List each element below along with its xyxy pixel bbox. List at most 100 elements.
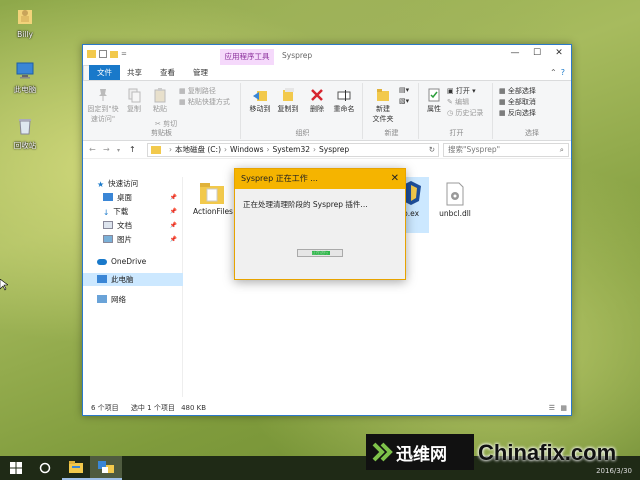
file-item[interactable]: unbcl.dll [433, 181, 477, 218]
breadcrumb-windows[interactable]: Windows [230, 145, 263, 154]
help-icon[interactable]: ? [561, 68, 565, 77]
group-organize: 移动到 复制到 删除 重命名 组织 [243, 83, 363, 139]
progress-bar: 正在进行 [297, 249, 343, 257]
properties-icon[interactable] [99, 50, 107, 58]
select-none-label: 全部取消 [507, 98, 536, 106]
properties-button[interactable]: 属性 [423, 87, 445, 114]
edit-button[interactable]: ✎ 编辑 [447, 97, 469, 107]
title-bar[interactable]: = 应用程序工具 Sysprep — ☐ ✕ [83, 45, 571, 65]
desktop-icon-billy[interactable]: Billy [6, 6, 44, 39]
navigation-pane: ★ 快速访问 桌面 📌 ↓ 下载 📌 文档 📌 图片 📌 OneDrive 此电脑 网络 [83, 177, 183, 397]
paste-shortcut-button[interactable]: ▦ 粘贴快捷方式 [179, 97, 230, 107]
tab-share[interactable]: 共享 [118, 65, 151, 80]
qat-dropdown-icon[interactable]: = [121, 50, 127, 58]
easy-access-button[interactable]: ▧▾ [399, 97, 409, 105]
pin-icon [99, 89, 107, 101]
properties-icon [428, 88, 440, 102]
nav-item-quick-access[interactable]: ★ 快速访问 [83, 177, 183, 190]
select-none-button[interactable]: ▦ 全部取消 [499, 97, 536, 107]
copy-path-button[interactable]: ▦ 复制路径 [179, 86, 216, 96]
breadcrumb-sysprep[interactable]: Sysprep [319, 145, 349, 154]
folder-icon [87, 50, 96, 58]
breadcrumb-system32[interactable]: System32 [272, 145, 310, 154]
rename-icon [337, 90, 351, 101]
delete-button[interactable]: 删除 [307, 87, 327, 114]
context-tab-app-tools[interactable]: 应用程序工具 [220, 49, 274, 65]
new-folder-button[interactable]: 新建 文件夹 [369, 87, 397, 124]
file-item[interactable]: ActionFiles [189, 181, 237, 216]
copy-button[interactable]: 复制 [123, 87, 145, 114]
nav-item-desktop[interactable]: 桌面 📌 [83, 191, 183, 204]
network-icon [97, 295, 107, 303]
refresh-icon[interactable]: ↻ [429, 144, 435, 156]
tab-file[interactable]: 文件 [89, 65, 120, 80]
chevron-up-icon[interactable]: ⌃ [550, 68, 557, 77]
invert-selection-button[interactable]: ▦ 反向选择 [499, 108, 536, 118]
pin-quick-access-button[interactable]: 固定到"快 速访问" [85, 87, 121, 124]
desktop-icon-this-pc[interactable]: 此电脑 [6, 60, 44, 95]
breadcrumb-local-disk[interactable]: 本地磁盘 (C:) [175, 145, 221, 154]
new-item-button[interactable]: ▤▾ [399, 86, 409, 94]
nav-label: 图片 [117, 235, 132, 244]
cortana-circle-icon [39, 462, 51, 474]
open-button[interactable]: ▣ 打开 ▾ [447, 86, 476, 96]
file-explorer-icon [69, 461, 83, 473]
history-button[interactable]: ◷ 历史记录 [447, 108, 483, 118]
window-title: Sysprep [282, 51, 313, 60]
chevron-down-icon[interactable]: ▾ [117, 147, 120, 154]
rename-button[interactable]: 重命名 [331, 87, 357, 114]
tab-view[interactable]: 查看 [151, 65, 184, 80]
paste-button[interactable]: 粘贴 [149, 87, 171, 114]
computer-icon [97, 275, 107, 283]
nav-item-this-pc[interactable]: 此电脑 [83, 273, 183, 286]
pin-icon: 📌 [169, 208, 177, 215]
desktop-icon-label: 回收站 [13, 141, 37, 150]
desktop-icon-recycle-bin[interactable]: 回收站 [6, 116, 44, 151]
user-folder-icon [18, 10, 32, 24]
ribbon-tabs: 文件 主页 共享 查看 管理 ⌃ ? [83, 65, 571, 81]
properties-label: 属性 [427, 105, 441, 113]
download-icon: ↓ [103, 208, 110, 217]
taskbar-sysprep[interactable] [90, 456, 122, 480]
nav-item-pictures[interactable]: 图片 📌 [83, 233, 183, 246]
close-button[interactable]: ✕ [549, 48, 569, 58]
document-icon [103, 221, 113, 229]
nav-item-documents[interactable]: 文档 📌 [83, 219, 183, 232]
move-to-label: 移动到 [249, 105, 271, 113]
computer-icon [16, 62, 34, 79]
pin-icon: 📌 [169, 194, 177, 201]
move-to-button[interactable]: 移动到 [247, 87, 273, 114]
edit-label: 编辑 [455, 98, 470, 106]
back-icon[interactable]: ← [89, 145, 96, 154]
large-icons-view-icon[interactable]: ▦ [560, 401, 567, 415]
copy-to-button[interactable]: 复制到 [275, 87, 301, 114]
details-view-icon[interactable]: ☰ [549, 401, 555, 415]
rename-label: 重命名 [333, 105, 355, 113]
minimize-button[interactable]: — [505, 48, 525, 58]
nav-label: 快速访问 [108, 179, 139, 188]
close-icon[interactable]: ✕ [391, 169, 399, 189]
address-bar[interactable]: › 本地磁盘 (C:) › Windows › System32 › Sysprep ↻ [147, 143, 439, 157]
copy-icon [128, 88, 141, 103]
nav-item-downloads[interactable]: ↓ 下载 📌 [83, 205, 183, 218]
select-all-button[interactable]: ▦ 全部选择 [499, 86, 536, 96]
search-input[interactable]: 搜索"Sysprep" ⌕ [443, 143, 569, 157]
maximize-button[interactable]: ☐ [527, 48, 547, 58]
forward-icon[interactable]: → [103, 145, 110, 154]
watermark-logo-icon [372, 442, 393, 462]
cortana-button[interactable] [32, 456, 58, 480]
up-icon[interactable]: ↑ [129, 145, 136, 154]
copy-label: 复制 [127, 105, 141, 113]
dialog-title-bar[interactable]: Sysprep 正在工作 ... ✕ [235, 169, 405, 189]
nav-item-onedrive[interactable]: OneDrive [83, 255, 183, 268]
new-folder-icon[interactable] [110, 50, 118, 58]
group-new: 新建 文件夹 ▤▾ ▧▾ 新建 [365, 83, 419, 139]
tab-manage[interactable]: 管理 [184, 65, 217, 80]
breadcrumb-separator: › [169, 145, 172, 154]
desktop-icon [103, 193, 113, 201]
start-button[interactable] [0, 456, 32, 480]
taskbar-file-explorer[interactable] [62, 456, 90, 480]
file-name: ActionFiles [193, 207, 233, 216]
copy-to-icon [283, 88, 294, 101]
nav-item-network[interactable]: 网络 [83, 293, 183, 306]
